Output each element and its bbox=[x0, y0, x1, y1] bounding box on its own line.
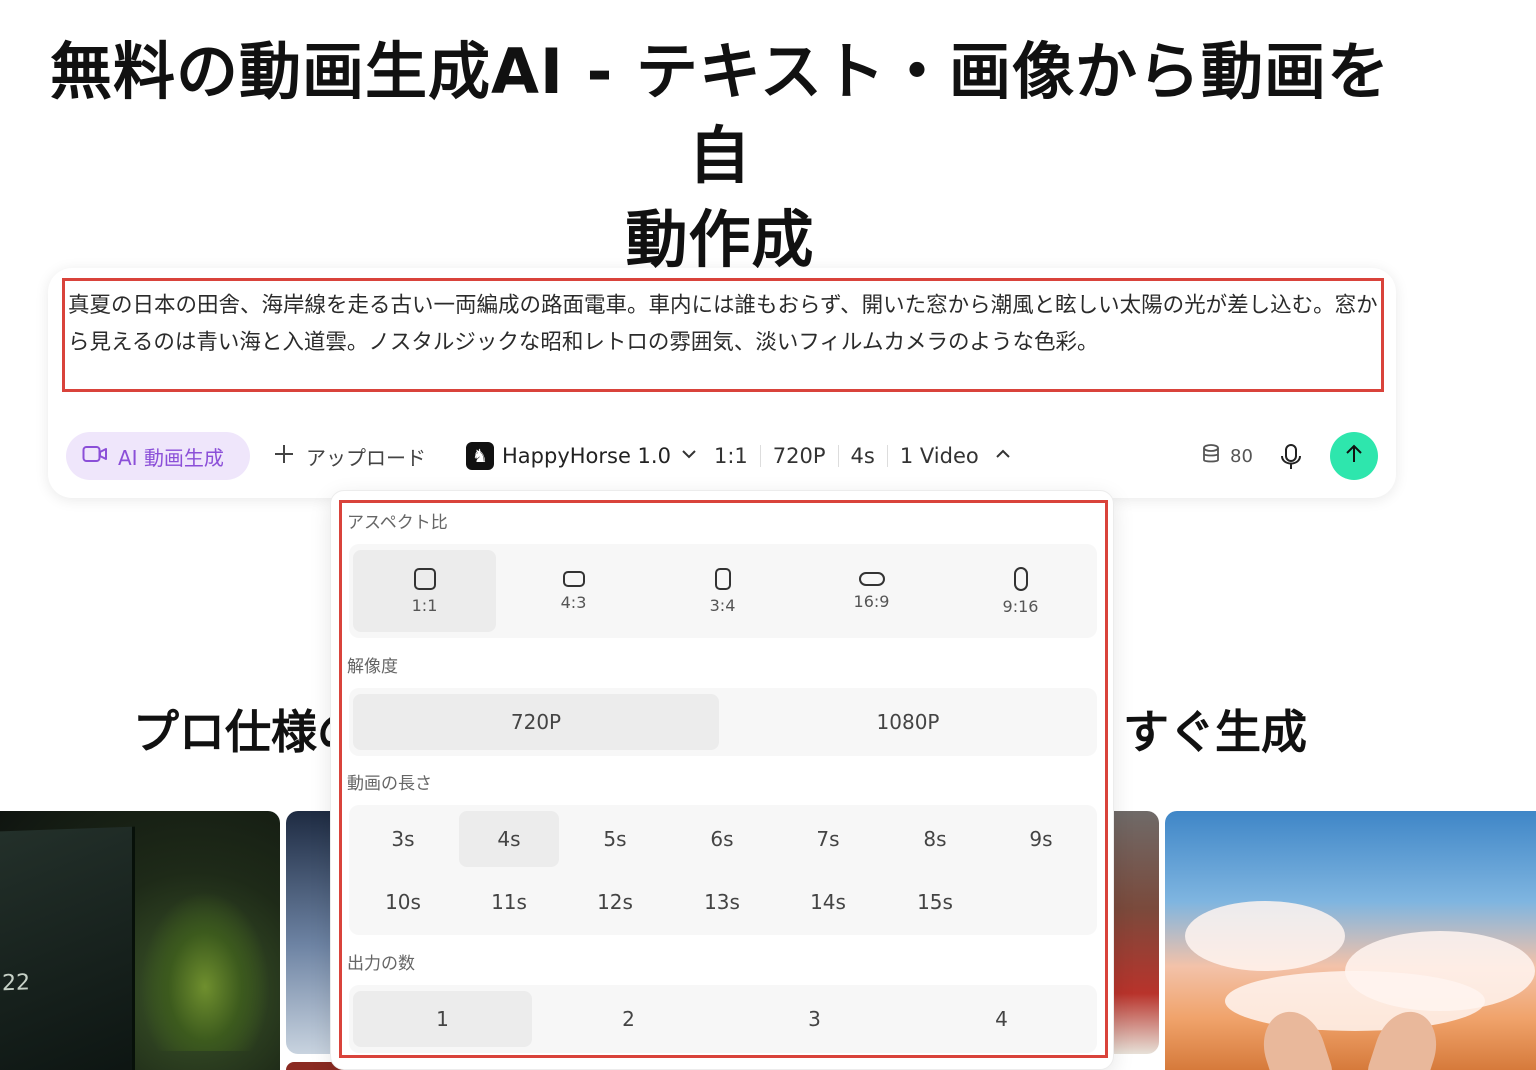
monitor-screen: 22 bbox=[0, 826, 135, 1070]
aspect-option-label: 16:9 bbox=[853, 591, 890, 611]
upload-label: アップロード bbox=[306, 445, 426, 470]
tall-icon bbox=[1013, 566, 1028, 591]
resolution-label: 解像度 bbox=[347, 657, 398, 677]
prompt-toolbar: AI 動画生成 アップロード ♞ HappyHorse 1.0 1:1 720P… bbox=[66, 432, 1382, 480]
duration-option[interactable]: 13s bbox=[672, 874, 772, 930]
landscape-icon bbox=[562, 570, 585, 587]
microphone-icon bbox=[1276, 444, 1306, 476]
video-camera-icon bbox=[82, 444, 108, 469]
aspect-option-label: 1:1 bbox=[411, 595, 438, 615]
duration-options: 3s 4s 5s 6s 7s 8s 9s 10s 11s 12s 13s 14s… bbox=[349, 805, 1097, 935]
summary-resolution: 720P bbox=[772, 444, 826, 468]
cloud-shape bbox=[1225, 971, 1485, 1031]
resolution-option-720p[interactable]: 720P bbox=[353, 694, 719, 750]
credits-display: 80 bbox=[1200, 432, 1253, 480]
aspect-ratio-options: 1:1 4:3 3:4 16:9 9:16 bbox=[349, 544, 1097, 638]
aspect-option-label: 9:16 bbox=[1002, 596, 1039, 616]
ai-video-mode-button[interactable]: AI 動画生成 bbox=[66, 432, 250, 480]
duration-option[interactable]: 9s bbox=[991, 811, 1091, 867]
duration-label: 動画の長さ bbox=[347, 774, 432, 794]
microphone-button[interactable] bbox=[1276, 442, 1306, 472]
gallery-thumb-bunny-sky[interactable] bbox=[1165, 811, 1536, 1070]
horse-logo-icon: ♞ bbox=[466, 442, 494, 470]
model-selector[interactable]: ♞ HappyHorse 1.0 bbox=[466, 432, 699, 480]
aspect-option-label: 4:3 bbox=[560, 592, 587, 612]
aspect-option-3-4[interactable]: 3:4 bbox=[651, 550, 794, 632]
page-title-line-1: 無料の動画生成AI - テキスト・画像から動画を自 bbox=[49, 35, 1391, 192]
monitor-text: 22 bbox=[2, 970, 30, 997]
section-title-right: すぐ生成 bbox=[1123, 705, 1307, 759]
aspect-ratio-label: アスペクト比 bbox=[347, 513, 448, 533]
upload-button[interactable]: アップロード bbox=[272, 432, 426, 480]
duration-option[interactable]: 3s bbox=[353, 811, 453, 867]
arrow-up-icon bbox=[1342, 442, 1366, 470]
resolution-option-1080p[interactable]: 1080P bbox=[725, 694, 1091, 750]
duration-option[interactable]: 8s bbox=[885, 811, 985, 867]
plant-image bbox=[140, 891, 270, 1051]
duration-option[interactable]: 11s bbox=[459, 874, 559, 930]
summary-aspect: 1:1 bbox=[714, 444, 748, 468]
duration-option[interactable]: 5s bbox=[565, 811, 665, 867]
duration-option[interactable]: 10s bbox=[353, 874, 453, 930]
count-option-1[interactable]: 1 bbox=[353, 991, 532, 1047]
generate-button[interactable] bbox=[1330, 432, 1378, 480]
chevron-up-icon bbox=[993, 444, 1013, 469]
aspect-option-1-1[interactable]: 1:1 bbox=[353, 550, 496, 632]
duration-option[interactable]: 15s bbox=[885, 874, 985, 930]
count-option-2[interactable]: 2 bbox=[539, 991, 718, 1047]
cloud-shape bbox=[1185, 901, 1345, 971]
count-option-3[interactable]: 3 bbox=[725, 991, 904, 1047]
count-option-4[interactable]: 4 bbox=[912, 991, 1091, 1047]
page-title: 無料の動画生成AI - テキスト・画像から動画を自 動作成 bbox=[40, 30, 1400, 282]
duration-option[interactable]: 6s bbox=[672, 811, 772, 867]
aspect-option-9-16[interactable]: 9:16 bbox=[949, 550, 1092, 632]
duration-option[interactable]: 7s bbox=[778, 811, 878, 867]
square-icon bbox=[413, 567, 436, 590]
duration-option[interactable]: 14s bbox=[778, 874, 878, 930]
aspect-option-16-9[interactable]: 16:9 bbox=[800, 550, 943, 632]
divider bbox=[886, 445, 888, 467]
duration-option[interactable]: 12s bbox=[565, 874, 665, 930]
portrait-icon bbox=[714, 567, 731, 590]
widescreen-icon bbox=[858, 571, 885, 586]
chevron-down-icon bbox=[679, 444, 699, 469]
mode-label: AI 動画生成 bbox=[118, 445, 224, 470]
duration-option[interactable]: 4s bbox=[459, 811, 559, 867]
divider bbox=[837, 445, 839, 467]
aspect-option-label: 3:4 bbox=[709, 595, 736, 615]
plus-icon bbox=[272, 442, 296, 471]
output-count-options: 1 2 3 4 bbox=[349, 985, 1097, 1053]
output-count-label: 出力の数 bbox=[347, 954, 415, 974]
credits-count: 80 bbox=[1230, 445, 1253, 467]
prompt-textarea[interactable]: 真夏の日本の田舎、海岸線を走る古い一両編成の路面電車。車内には誰もおらず、開いた… bbox=[62, 278, 1384, 392]
section-title-left: プロ仕様の bbox=[133, 705, 363, 759]
gallery-thumb-monitor-plant[interactable]: 22 bbox=[0, 811, 280, 1070]
settings-summary-button[interactable]: 1:1 720P 4s 1 Video bbox=[714, 432, 1013, 480]
summary-duration: 4s bbox=[850, 444, 875, 468]
summary-count: 1 Video bbox=[899, 444, 979, 468]
model-label: HappyHorse 1.0 bbox=[502, 444, 671, 468]
resolution-options: 720P 1080P bbox=[349, 688, 1097, 756]
database-icon bbox=[1200, 443, 1222, 470]
divider bbox=[759, 445, 761, 467]
aspect-option-4-3[interactable]: 4:3 bbox=[502, 550, 645, 632]
